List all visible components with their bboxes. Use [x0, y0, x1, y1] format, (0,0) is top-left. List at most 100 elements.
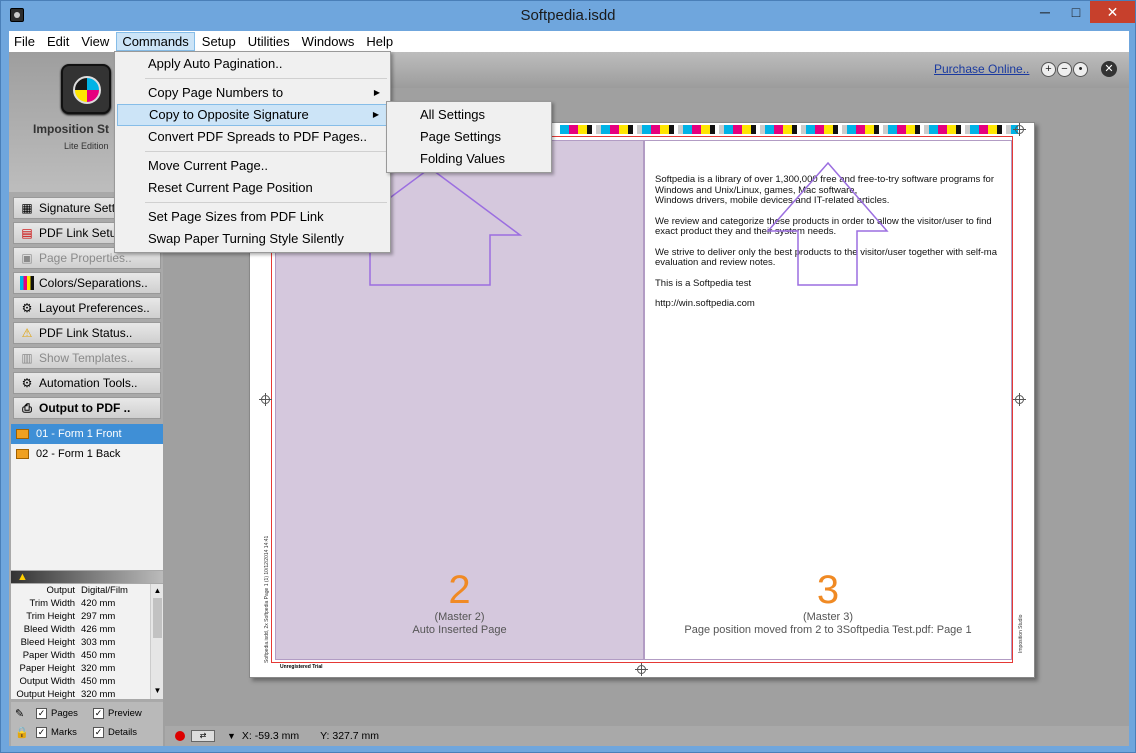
status-bar: ⇄ ▼ X: -59.3 mm Y: 327.7 mm: [165, 726, 1129, 746]
zoom-in-icon[interactable]: +: [1041, 62, 1056, 77]
table-row: Trim Height 297 mm: [11, 610, 163, 623]
checkbox-box[interactable]: ✓: [36, 708, 47, 719]
close-button[interactable]: ✕: [1090, 1, 1135, 23]
table-row: Paper Height 320 mm: [11, 662, 163, 675]
pages-checkbox[interactable]: ✓ Pages: [36, 708, 78, 719]
checkbox-box[interactable]: ✓: [93, 727, 104, 738]
menu-item-reset-page-position[interactable]: Reset Current Page Position: [117, 177, 388, 199]
title-bar: Softpedia.isdd ─ □ ✕: [1, 1, 1135, 31]
detail-key: Trim Height: [26, 611, 75, 622]
checkbox-label: Preview: [108, 708, 142, 719]
copy-opposite-submenu: All Settings Page Settings Folding Value…: [386, 101, 552, 173]
menu-item-label: Copy Page Numbers to: [148, 85, 284, 100]
submenu-item-page-settings[interactable]: Page Settings: [389, 126, 549, 148]
checkbox-label: Marks: [51, 727, 77, 738]
table-row: Bleed Height 303 mm: [11, 636, 163, 649]
menu-setup[interactable]: Setup: [197, 32, 241, 51]
menu-item-move-current-page[interactable]: Move Current Page..: [117, 155, 388, 177]
pdf-link-status-button[interactable]: ⚠ PDF Link Status..: [13, 322, 161, 344]
menu-item-copy-to-opposite-signature[interactable]: Copy to Opposite Signature ▶: [117, 104, 388, 126]
menu-item-apply-auto-pagination[interactable]: Apply Auto Pagination..: [117, 53, 388, 75]
purchase-online-link[interactable]: Purchase Online..: [934, 62, 1029, 76]
maximize-button[interactable]: □: [1062, 1, 1090, 23]
detail-key: Paper Height: [19, 663, 75, 674]
detail-key: Output: [46, 585, 75, 596]
flip-icon[interactable]: ⇄: [191, 730, 215, 742]
scroll-up-icon[interactable]: ▲: [151, 586, 163, 595]
product-slug: Imposition Studio: [1018, 614, 1024, 653]
form-icon: [16, 429, 29, 439]
menu-item-convert-pdf-spreads[interactable]: Convert PDF Spreads to PDF Pages..: [117, 126, 388, 148]
output-to-pdf-button[interactable]: ⎙ Output to PDF ..: [13, 397, 161, 419]
registration-mark-icon: [1013, 123, 1026, 136]
marks-checkbox[interactable]: ✓ Marks: [36, 727, 77, 738]
sidebar-button-label: Automation Tools..: [39, 376, 138, 390]
slug-text: Softpedia.isdd, 2x Softpedia Page 1 (1) …: [264, 535, 270, 663]
submenu-arrow-icon: ▶: [373, 88, 380, 97]
detail-key: Bleed Width: [23, 624, 75, 635]
form-label: 01 - Form 1 Front: [36, 428, 122, 440]
menu-commands[interactable]: Commands: [116, 32, 195, 51]
list-item-form-front[interactable]: 01 - Form 1 Front: [11, 424, 163, 444]
table-row: Output Digital/Film: [11, 584, 163, 597]
cmyk-logo-icon: [73, 76, 101, 104]
colors-separations-button[interactable]: Colors/Separations..: [13, 272, 161, 294]
registration-mark-icon: [635, 663, 648, 676]
menu-item-swap-paper-turning[interactable]: Swap Paper Turning Style Silently: [117, 228, 388, 250]
sidebar-button-label: Page Properties..: [39, 251, 132, 265]
menu-windows[interactable]: Windows: [297, 32, 360, 51]
menu-item-set-page-sizes[interactable]: Set Page Sizes from PDF Link: [117, 206, 388, 228]
menu-item-copy-page-numbers[interactable]: Copy Page Numbers to ▶: [117, 82, 388, 104]
automation-tools-button[interactable]: ⚙ Automation Tools..: [13, 372, 161, 394]
checkbox-box[interactable]: ✓: [36, 727, 47, 738]
pdf-icon: ▤: [21, 226, 33, 240]
record-icon[interactable]: [175, 731, 185, 741]
registration-mark-icon: [1013, 393, 1026, 406]
layout-preferences-button[interactable]: ⚙ Layout Preferences..: [13, 297, 161, 319]
warning-bar: ▲: [11, 571, 163, 583]
unregistered-slug: Unregistered Trial: [280, 664, 323, 670]
checkbox-box[interactable]: ✓: [93, 708, 104, 719]
automation-icon: ⚙: [21, 376, 33, 390]
details-scrollbar[interactable]: ▲ ▼: [150, 584, 163, 699]
menu-file[interactable]: File: [9, 32, 40, 51]
detail-key: Bleed Height: [20, 637, 75, 648]
details-checkbox[interactable]: ✓ Details: [93, 727, 137, 738]
menu-view[interactable]: View: [76, 32, 114, 51]
table-row: Output Height 320 mm: [11, 688, 163, 699]
registration-mark-icon: [259, 393, 272, 406]
commands-menu: Apply Auto Pagination.. Copy Page Number…: [114, 51, 391, 253]
zoom-fit-icon[interactable]: •: [1073, 62, 1088, 77]
zoom-out-icon[interactable]: −: [1057, 62, 1072, 77]
detail-key: Output Height: [16, 689, 75, 699]
gear-icon: ⚙: [21, 301, 33, 315]
scroll-thumb[interactable]: [153, 598, 162, 638]
list-item-form-back[interactable]: 02 - Form 1 Back: [11, 444, 163, 464]
form-icon: [16, 449, 29, 459]
page-icon: ▣: [21, 251, 33, 265]
menu-separator: [145, 151, 387, 152]
table-row: Trim Width 420 mm: [11, 597, 163, 610]
sidebar-button-label: Show Templates..: [39, 351, 134, 365]
menu-edit[interactable]: Edit: [42, 32, 74, 51]
warning-icon: ⚠: [21, 326, 33, 340]
menu-help[interactable]: Help: [361, 32, 398, 51]
cmyk-icon: [20, 276, 34, 290]
dropdown-arrow-icon[interactable]: ▼: [227, 731, 236, 741]
sidebar-button-label: Signature Sett: [39, 201, 116, 215]
show-templates-button[interactable]: ▥ Show Templates..: [13, 347, 161, 369]
table-row: Output Width 450 mm: [11, 675, 163, 688]
minimize-button[interactable]: ─: [1028, 1, 1062, 23]
close-document-icon[interactable]: ✕: [1101, 61, 1117, 77]
menu-utilities[interactable]: Utilities: [243, 32, 295, 51]
preview-checkbox[interactable]: ✓ Preview: [93, 708, 142, 719]
pages-icon: ✎: [15, 708, 25, 720]
template-icon: ▥: [21, 351, 33, 365]
submenu-item-all-settings[interactable]: All Settings: [389, 104, 549, 126]
y-coordinate: Y: 327.7 mm: [320, 730, 380, 742]
scroll-down-icon[interactable]: ▼: [151, 686, 163, 695]
submenu-item-folding-values[interactable]: Folding Values: [389, 148, 549, 170]
grid-icon: ▦: [21, 201, 33, 215]
logo-edition: Lite Edition: [64, 141, 109, 151]
sidebar-button-label: PDF Link Status..: [39, 326, 133, 340]
